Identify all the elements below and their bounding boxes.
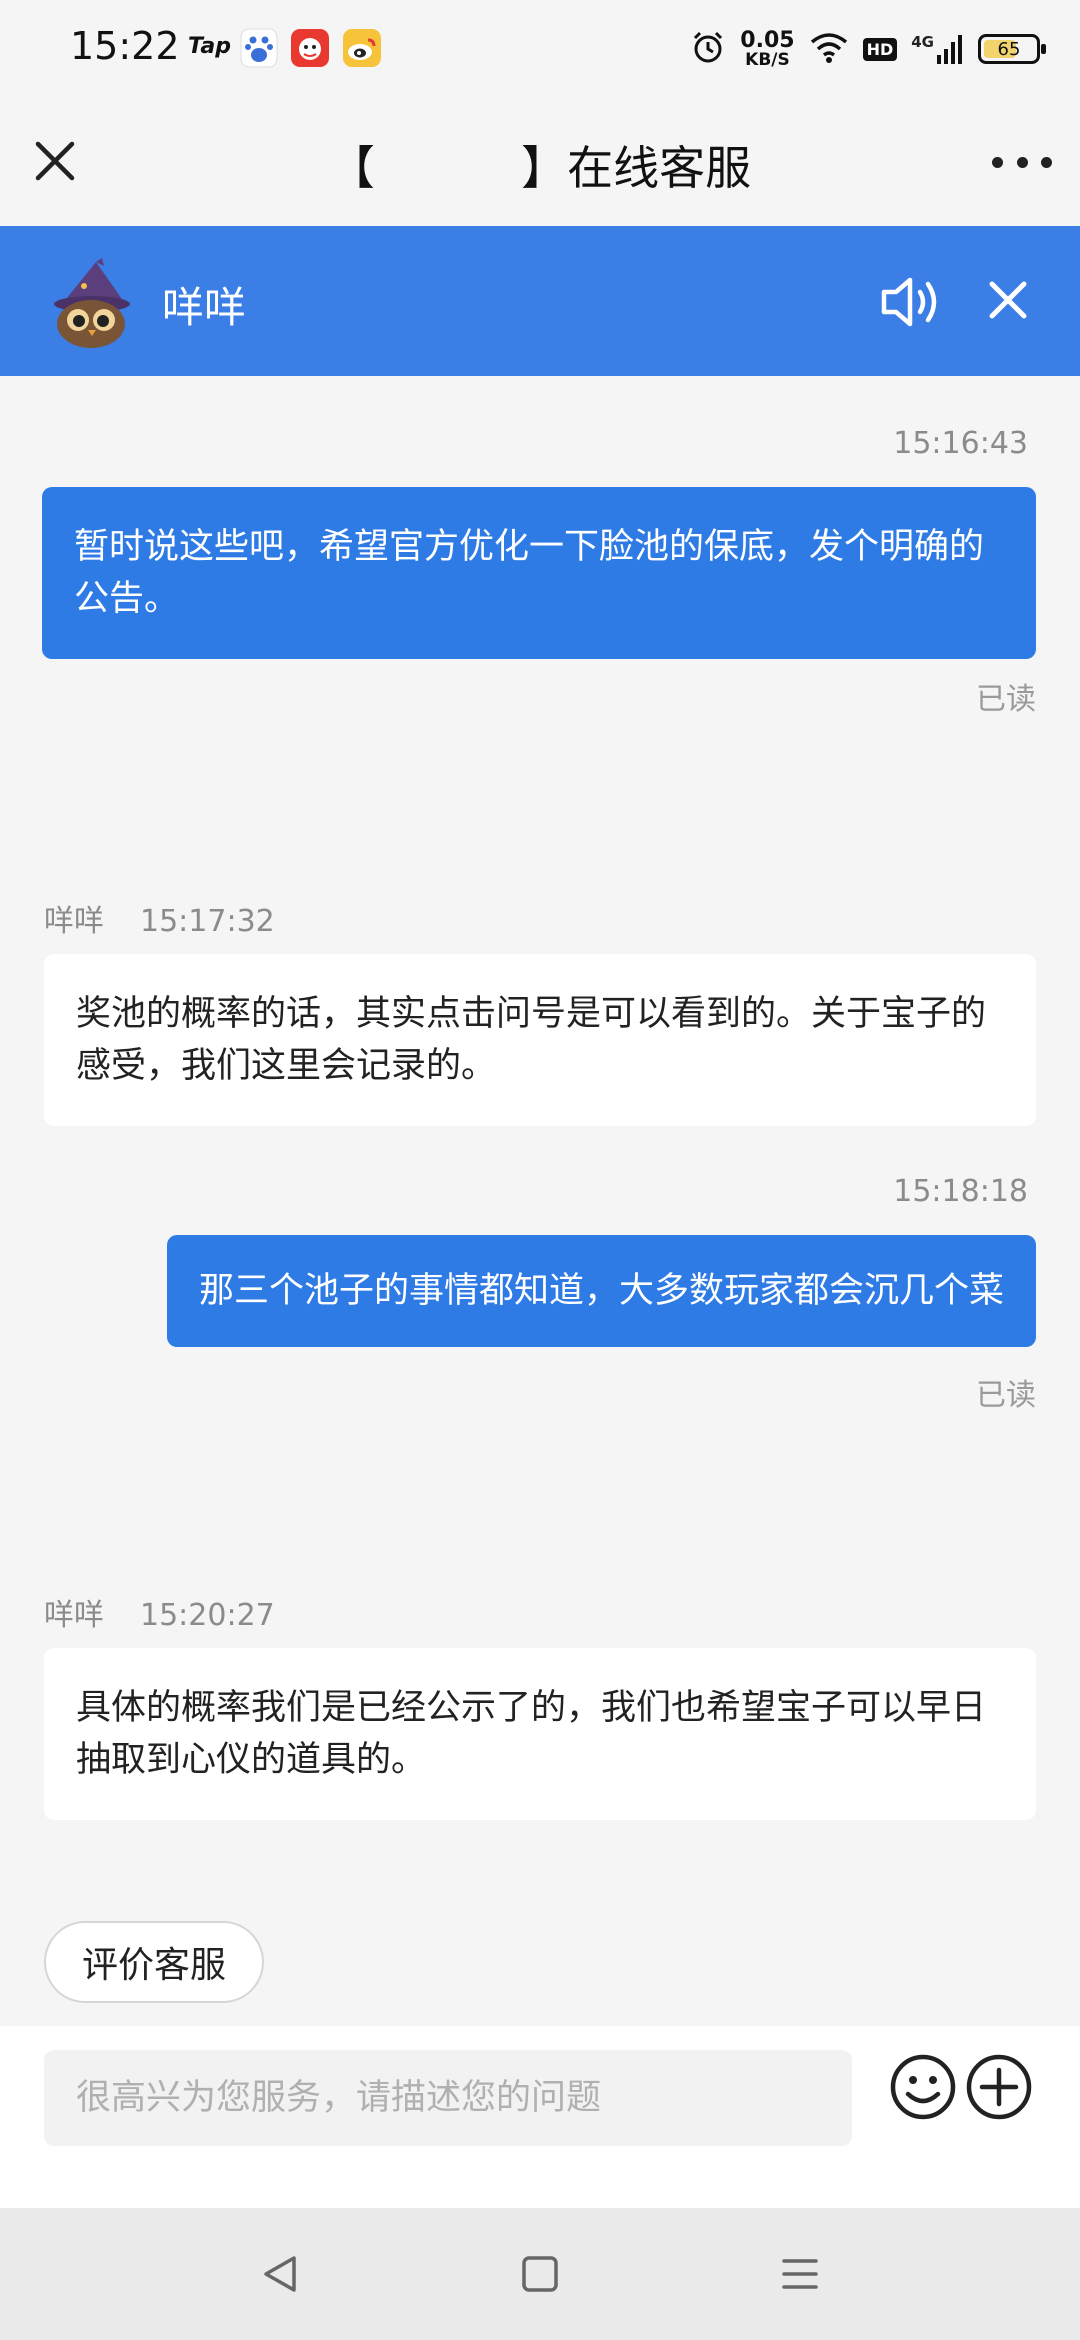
speed-unit: KB/S [745,49,790,70]
status-bar: 15:22 Tap 0.05 KB/S HD 4G 65 [0,0,1080,96]
status-right-group: 0.05 KB/S HD 4G 65 [690,24,1046,74]
baidu-app-icon [240,28,278,68]
weibo-app-icon [342,28,382,68]
home-icon[interactable] [518,2252,562,2296]
incoming-message: 奖池的概率的话，其实点击问号是可以看到的。关于宝子的感受，我们这里会记录的。 [44,954,1036,1126]
message-timestamp: 15:17:32 [140,904,275,939]
sender-name: 咩咩 [44,1598,104,1633]
message-timestamp: 15:16:43 [893,426,1028,461]
network-type: 4G [911,33,934,51]
rate-service-button[interactable]: 评价客服 [44,1921,264,2003]
network-speed: 0.05 KB/S [740,27,795,70]
plus-icon[interactable] [964,2052,1034,2122]
message-timestamp: 15:20:27 [140,1598,275,1633]
system-nav-bar [0,2208,1080,2340]
sender-name: 咩咩 [44,904,104,939]
battery-indicator: 65 [978,34,1046,64]
cellular-icon: 4G [911,33,964,65]
alarm-icon [690,29,726,69]
outgoing-message: 暂时说这些吧，希望官方优化一下脸池的保底，发个明确的公告。 [42,487,1036,659]
agent-header: 咩咩 [0,226,1080,376]
read-status: 已读 [976,1378,1036,1413]
game-app-icon [290,28,330,68]
menu-icon[interactable] [778,2252,822,2296]
battery-percent: 65 [997,38,1021,60]
read-status: 已读 [976,682,1036,717]
more-icon[interactable] [992,142,1052,182]
agent-name: 咩咩 [162,283,247,332]
message-meta: 咩咩 15:17:32 [44,896,275,940]
message-meta: 咩咩 15:20:27 [44,1590,275,1634]
speed-value: 0.05 [740,27,795,53]
incoming-message: 具体的概率我们是已经公示了的，我们也希望宝子可以早日抽取到心仪的道具的。 [44,1648,1036,1820]
message-timestamp: 15:18:18 [893,1174,1028,1209]
chat-messages: 15:16:43 暂时说这些吧，希望官方优化一下脸池的保底，发个明确的公告。 已… [0,376,1080,2026]
outgoing-message: 那三个池子的事情都知道，大多数玩家都会沉几个菜 [166,1235,1036,1347]
tap-app-icon: Tap [188,34,231,59]
hd-badge: HD [862,37,898,61]
page-title: 【 】在线客服 [328,141,752,195]
back-icon[interactable] [258,2252,302,2296]
input-bar [0,2026,1080,2208]
speaker-icon[interactable] [878,268,946,336]
status-time: 15:22 [70,24,180,68]
emoji-icon[interactable] [888,2052,958,2122]
close-chat-icon[interactable] [980,272,1036,328]
message-input[interactable] [44,2050,852,2146]
title-bar: 【 】在线客服 [0,96,1080,226]
wifi-icon [809,30,849,68]
agent-avatar [44,256,140,352]
